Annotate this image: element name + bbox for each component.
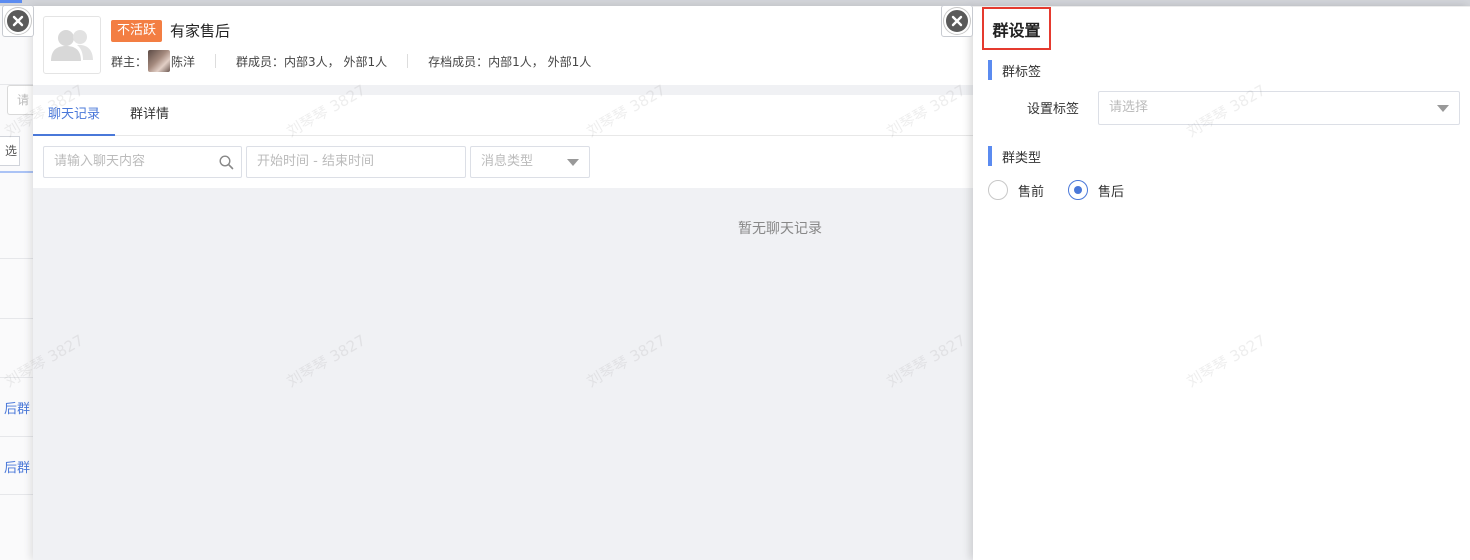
chat-detail-drawer: 不活跃 有家售后 群主： 陈洋 群成员：内部3人， 外部1人 存档成员：内部1人…	[33, 6, 973, 560]
background-link-fragment: 后群	[3, 461, 30, 476]
close-chat-drawer-button[interactable]	[5, 8, 31, 34]
group-avatar	[43, 16, 101, 74]
close-settings-panel-button[interactable]	[944, 8, 970, 34]
background-active-line	[0, 171, 33, 173]
archived-member-count: 存档成员：内部1人， 外部1人	[428, 54, 592, 69]
background-divider	[0, 377, 33, 378]
caret-down-icon	[1437, 105, 1449, 112]
search-icon[interactable]	[219, 155, 234, 170]
radio-button-checked[interactable]	[1068, 180, 1089, 200]
group-type-radio-group: 售前 售后	[988, 180, 1148, 200]
chat-filters: 请输入聊天内容 开始时间 - 结束时间 消息类型	[43, 146, 590, 178]
radio-button[interactable]	[988, 180, 1008, 200]
tag-section-title: 群标签	[1002, 64, 1042, 80]
background-button-fragment: 选	[0, 136, 20, 166]
meta-divider	[407, 54, 409, 68]
group-users-icon	[51, 30, 93, 61]
background-link-fragment: 后群	[3, 402, 30, 417]
chat-search-input[interactable]: 请输入聊天内容	[43, 146, 242, 178]
status-badge: 不活跃	[111, 20, 163, 42]
owner-avatar	[148, 50, 171, 72]
message-type-select[interactable]: 消息类型	[470, 146, 590, 178]
close-icon	[12, 15, 24, 27]
panel-title: 群设置	[992, 20, 1041, 40]
background-divider	[0, 494, 33, 495]
radio-label: 售后	[1098, 184, 1125, 200]
tag-select-placeholder: 请选择	[1109, 100, 1149, 115]
header-gap	[33, 85, 973, 95]
owner-name: 陈洋	[171, 54, 196, 69]
panel-title-highlight: 群设置	[982, 7, 1051, 50]
tag-section-header: 群标签	[988, 60, 1041, 80]
radio-label: 售前	[1018, 184, 1045, 200]
empty-state-text: 暂无聊天记录	[738, 221, 822, 237]
type-section-header: 群类型	[988, 146, 1041, 166]
radio-aftersale[interactable]: 售后	[1068, 180, 1124, 200]
tag-select[interactable]: 请选择	[1098, 91, 1460, 125]
tag-field-label: 设置标签	[1027, 102, 1080, 117]
type-section-title: 群类型	[1002, 150, 1042, 166]
group-header: 不活跃 有家售后 群主： 陈洋 群成员：内部3人， 外部1人 存档成员：内部1人…	[33, 6, 973, 85]
close-icon	[951, 15, 963, 27]
background-divider	[0, 318, 33, 319]
group-meta-row: 群主： 陈洋 群成员：内部3人， 外部1人 存档成员：内部1人， 外部1人	[111, 50, 592, 72]
section-accent-bar	[988, 60, 992, 80]
chat-record-area: 暂无聊天记录	[33, 188, 973, 560]
background-input-fragment: 请	[7, 85, 33, 115]
date-range-picker[interactable]: 开始时间 - 结束时间	[246, 146, 466, 178]
member-count: 群成员：内部3人， 外部1人	[236, 54, 388, 69]
date-range-placeholder: 开始时间 - 结束时间	[257, 154, 374, 169]
tab-bar: 聊天记录 群详情	[33, 95, 973, 136]
owner-label: 群主：	[111, 54, 148, 69]
group-name: 有家售后	[170, 22, 231, 40]
tab-chat-history[interactable]: 聊天记录	[33, 95, 116, 136]
search-placeholder: 请输入聊天内容	[54, 154, 146, 169]
caret-down-icon	[567, 159, 579, 166]
meta-divider	[215, 54, 217, 68]
background-divider	[0, 436, 33, 437]
tab-group-details[interactable]: 群详情	[115, 95, 184, 136]
section-accent-bar	[988, 146, 992, 166]
message-type-placeholder: 消息类型	[481, 154, 534, 169]
radio-presale[interactable]: 售前	[988, 180, 1044, 200]
group-settings-panel: 群设置 群标签 设置标签 请选择 群类型 售前 售后	[973, 6, 1470, 560]
background-divider	[0, 258, 33, 259]
